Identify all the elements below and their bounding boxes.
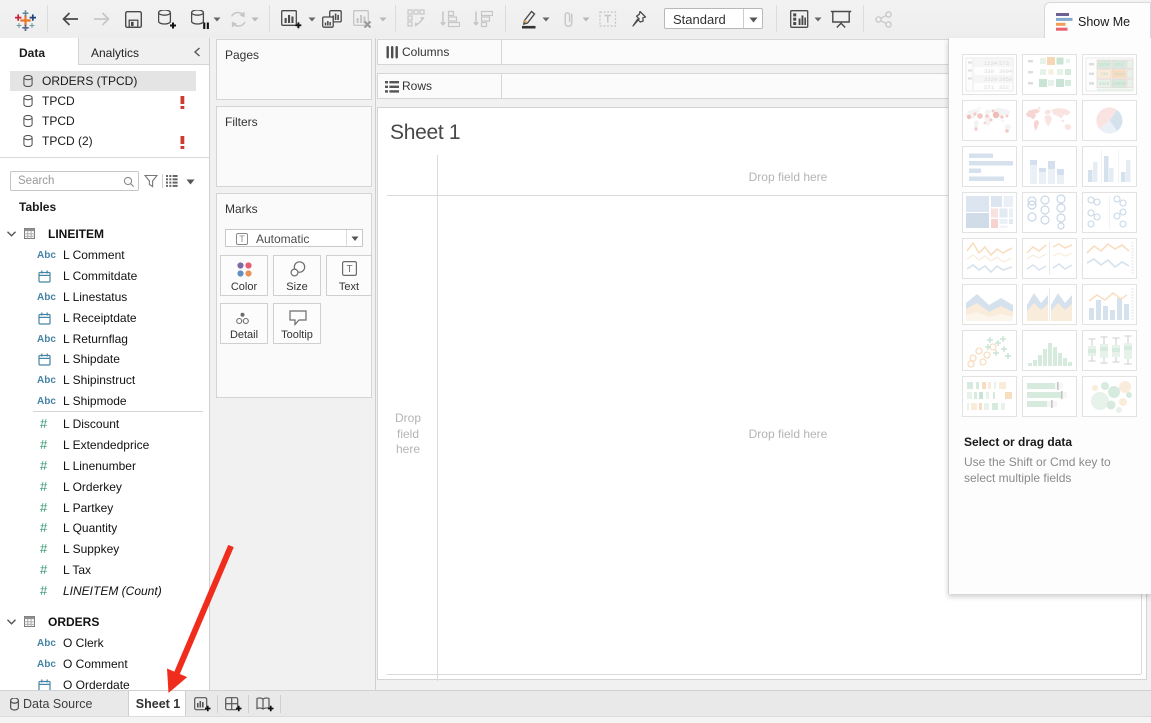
svg-text:573: 573 [999, 60, 1009, 67]
svg-text:2859: 2859 [999, 76, 1012, 83]
svg-text:571: 571 [984, 84, 995, 91]
svg-text:3004: 3004 [999, 68, 1013, 75]
svg-text:330: 330 [984, 68, 994, 75]
svg-text:10936: 10936 [1112, 81, 1126, 87]
svg-text:573: 573 [1115, 62, 1123, 68]
svg-text:330: 330 [1100, 72, 1108, 78]
svg-text:T: T [239, 234, 245, 244]
svg-text:3004: 3004 [1114, 72, 1125, 78]
svg-text:T: T [346, 264, 352, 275]
svg-text:2320: 2320 [1099, 81, 1110, 87]
svg-text:2320: 2320 [984, 76, 997, 83]
svg-text:1234: 1234 [1099, 62, 1110, 68]
svg-text:1234: 1234 [984, 60, 998, 67]
svg-text:322: 322 [999, 84, 1009, 91]
